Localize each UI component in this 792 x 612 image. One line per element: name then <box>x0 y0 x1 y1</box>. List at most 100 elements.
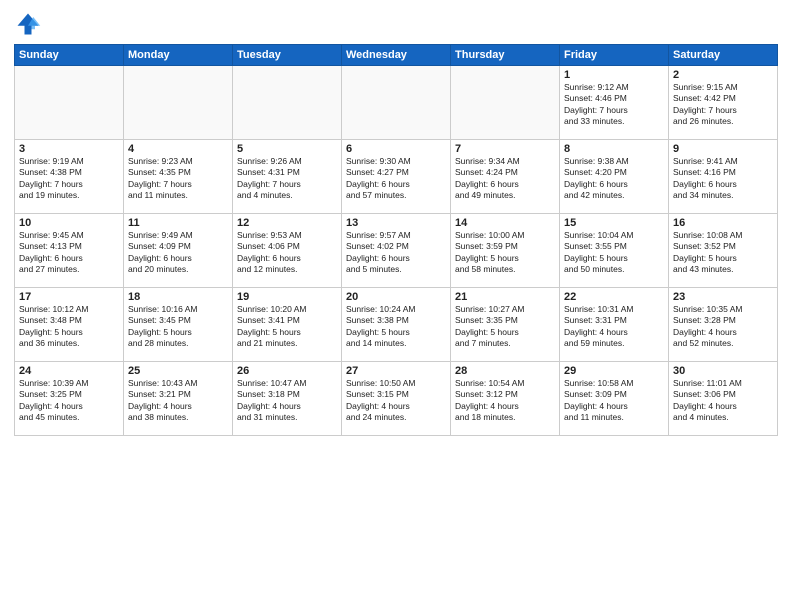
day-info: Sunrise: 9:12 AM Sunset: 4:46 PM Dayligh… <box>564 82 664 128</box>
calendar-cell-11: 6Sunrise: 9:30 AM Sunset: 4:27 PM Daylig… <box>342 140 451 214</box>
calendar-cell-19: 14Sunrise: 10:00 AM Sunset: 3:59 PM Dayl… <box>451 214 560 288</box>
day-info: Sunrise: 9:41 AM Sunset: 4:16 PM Dayligh… <box>673 156 773 202</box>
weekday-row: Sunday Monday Tuesday Wednesday Thursday… <box>15 45 778 66</box>
day-info: Sunrise: 11:01 AM Sunset: 3:06 PM Daylig… <box>673 378 773 424</box>
weekday-friday: Friday <box>560 45 669 66</box>
calendar-cell-15: 10Sunrise: 9:45 AM Sunset: 4:13 PM Dayli… <box>15 214 124 288</box>
weekday-wednesday: Wednesday <box>342 45 451 66</box>
day-number: 15 <box>564 217 664 229</box>
day-info: Sunrise: 9:19 AM Sunset: 4:38 PM Dayligh… <box>19 156 119 202</box>
day-number: 8 <box>564 143 664 155</box>
day-info: Sunrise: 9:57 AM Sunset: 4:02 PM Dayligh… <box>346 230 446 276</box>
day-number: 10 <box>19 217 119 229</box>
day-number: 1 <box>564 69 664 81</box>
calendar-cell-14: 9Sunrise: 9:41 AM Sunset: 4:16 PM Daylig… <box>669 140 778 214</box>
calendar-cell-18: 13Sunrise: 9:57 AM Sunset: 4:02 PM Dayli… <box>342 214 451 288</box>
day-info: Sunrise: 9:30 AM Sunset: 4:27 PM Dayligh… <box>346 156 446 202</box>
header <box>14 10 778 38</box>
calendar-cell-3 <box>233 66 342 140</box>
calendar-cell-9: 4Sunrise: 9:23 AM Sunset: 4:35 PM Daylig… <box>124 140 233 214</box>
calendar-cell-5 <box>451 66 560 140</box>
calendar-cell-2 <box>124 66 233 140</box>
day-info: Sunrise: 10:16 AM Sunset: 3:45 PM Daylig… <box>128 304 228 350</box>
calendar-cell-33: 28Sunrise: 10:54 AM Sunset: 3:12 PM Dayl… <box>451 362 560 436</box>
day-info: Sunrise: 10:04 AM Sunset: 3:55 PM Daylig… <box>564 230 664 276</box>
day-number: 16 <box>673 217 773 229</box>
calendar-cell-10: 5Sunrise: 9:26 AM Sunset: 4:31 PM Daylig… <box>233 140 342 214</box>
week-row-1: 1Sunrise: 9:12 AM Sunset: 4:46 PM Daylig… <box>15 66 778 140</box>
day-number: 22 <box>564 291 664 303</box>
day-number: 20 <box>346 291 446 303</box>
day-info: Sunrise: 10:24 AM Sunset: 3:38 PM Daylig… <box>346 304 446 350</box>
calendar-cell-25: 20Sunrise: 10:24 AM Sunset: 3:38 PM Dayl… <box>342 288 451 362</box>
day-number: 9 <box>673 143 773 155</box>
day-number: 21 <box>455 291 555 303</box>
day-info: Sunrise: 10:54 AM Sunset: 3:12 PM Daylig… <box>455 378 555 424</box>
day-number: 26 <box>237 365 337 377</box>
day-number: 6 <box>346 143 446 155</box>
weekday-monday: Monday <box>124 45 233 66</box>
day-number: 3 <box>19 143 119 155</box>
calendar-cell-32: 27Sunrise: 10:50 AM Sunset: 3:15 PM Dayl… <box>342 362 451 436</box>
day-info: Sunrise: 10:08 AM Sunset: 3:52 PM Daylig… <box>673 230 773 276</box>
day-number: 7 <box>455 143 555 155</box>
day-info: Sunrise: 9:23 AM Sunset: 4:35 PM Dayligh… <box>128 156 228 202</box>
day-info: Sunrise: 9:38 AM Sunset: 4:20 PM Dayligh… <box>564 156 664 202</box>
weekday-saturday: Saturday <box>669 45 778 66</box>
day-number: 19 <box>237 291 337 303</box>
calendar-cell-30: 25Sunrise: 10:43 AM Sunset: 3:21 PM Dayl… <box>124 362 233 436</box>
day-number: 28 <box>455 365 555 377</box>
calendar-cell-26: 21Sunrise: 10:27 AM Sunset: 3:35 PM Dayl… <box>451 288 560 362</box>
calendar-cell-4 <box>342 66 451 140</box>
calendar-header: Sunday Monday Tuesday Wednesday Thursday… <box>15 45 778 66</box>
day-number: 18 <box>128 291 228 303</box>
day-info: Sunrise: 10:12 AM Sunset: 3:48 PM Daylig… <box>19 304 119 350</box>
calendar-cell-34: 29Sunrise: 10:58 AM Sunset: 3:09 PM Dayl… <box>560 362 669 436</box>
calendar-cell-7: 2Sunrise: 9:15 AM Sunset: 4:42 PM Daylig… <box>669 66 778 140</box>
day-info: Sunrise: 9:15 AM Sunset: 4:42 PM Dayligh… <box>673 82 773 128</box>
weekday-tuesday: Tuesday <box>233 45 342 66</box>
day-number: 25 <box>128 365 228 377</box>
calendar-table: Sunday Monday Tuesday Wednesday Thursday… <box>14 44 778 436</box>
day-number: 29 <box>564 365 664 377</box>
day-number: 5 <box>237 143 337 155</box>
day-info: Sunrise: 10:20 AM Sunset: 3:41 PM Daylig… <box>237 304 337 350</box>
day-info: Sunrise: 10:31 AM Sunset: 3:31 PM Daylig… <box>564 304 664 350</box>
calendar-cell-24: 19Sunrise: 10:20 AM Sunset: 3:41 PM Dayl… <box>233 288 342 362</box>
calendar-cell-28: 23Sunrise: 10:35 AM Sunset: 3:28 PM Dayl… <box>669 288 778 362</box>
calendar-cell-29: 24Sunrise: 10:39 AM Sunset: 3:25 PM Dayl… <box>15 362 124 436</box>
calendar-cell-13: 8Sunrise: 9:38 AM Sunset: 4:20 PM Daylig… <box>560 140 669 214</box>
calendar-cell-17: 12Sunrise: 9:53 AM Sunset: 4:06 PM Dayli… <box>233 214 342 288</box>
logo-icon <box>14 10 42 38</box>
week-row-5: 24Sunrise: 10:39 AM Sunset: 3:25 PM Dayl… <box>15 362 778 436</box>
calendar-cell-12: 7Sunrise: 9:34 AM Sunset: 4:24 PM Daylig… <box>451 140 560 214</box>
day-number: 23 <box>673 291 773 303</box>
calendar-cell-35: 30Sunrise: 11:01 AM Sunset: 3:06 PM Dayl… <box>669 362 778 436</box>
day-number: 27 <box>346 365 446 377</box>
day-info: Sunrise: 9:53 AM Sunset: 4:06 PM Dayligh… <box>237 230 337 276</box>
weekday-sunday: Sunday <box>15 45 124 66</box>
day-info: Sunrise: 10:00 AM Sunset: 3:59 PM Daylig… <box>455 230 555 276</box>
calendar-body: 1Sunrise: 9:12 AM Sunset: 4:46 PM Daylig… <box>15 66 778 436</box>
calendar-cell-6: 1Sunrise: 9:12 AM Sunset: 4:46 PM Daylig… <box>560 66 669 140</box>
day-info: Sunrise: 10:39 AM Sunset: 3:25 PM Daylig… <box>19 378 119 424</box>
day-number: 2 <box>673 69 773 81</box>
day-info: Sunrise: 10:43 AM Sunset: 3:21 PM Daylig… <box>128 378 228 424</box>
weekday-thursday: Thursday <box>451 45 560 66</box>
day-info: Sunrise: 9:26 AM Sunset: 4:31 PM Dayligh… <box>237 156 337 202</box>
day-number: 30 <box>673 365 773 377</box>
page: Sunday Monday Tuesday Wednesday Thursday… <box>0 0 792 612</box>
day-number: 11 <box>128 217 228 229</box>
day-info: Sunrise: 10:27 AM Sunset: 3:35 PM Daylig… <box>455 304 555 350</box>
week-row-3: 10Sunrise: 9:45 AM Sunset: 4:13 PM Dayli… <box>15 214 778 288</box>
day-info: Sunrise: 9:34 AM Sunset: 4:24 PM Dayligh… <box>455 156 555 202</box>
week-row-2: 3Sunrise: 9:19 AM Sunset: 4:38 PM Daylig… <box>15 140 778 214</box>
calendar-cell-23: 18Sunrise: 10:16 AM Sunset: 3:45 PM Dayl… <box>124 288 233 362</box>
calendar-cell-31: 26Sunrise: 10:47 AM Sunset: 3:18 PM Dayl… <box>233 362 342 436</box>
week-row-4: 17Sunrise: 10:12 AM Sunset: 3:48 PM Dayl… <box>15 288 778 362</box>
day-info: Sunrise: 9:45 AM Sunset: 4:13 PM Dayligh… <box>19 230 119 276</box>
day-number: 4 <box>128 143 228 155</box>
day-info: Sunrise: 9:49 AM Sunset: 4:09 PM Dayligh… <box>128 230 228 276</box>
calendar-cell-27: 22Sunrise: 10:31 AM Sunset: 3:31 PM Dayl… <box>560 288 669 362</box>
calendar-cell-21: 16Sunrise: 10:08 AM Sunset: 3:52 PM Dayl… <box>669 214 778 288</box>
